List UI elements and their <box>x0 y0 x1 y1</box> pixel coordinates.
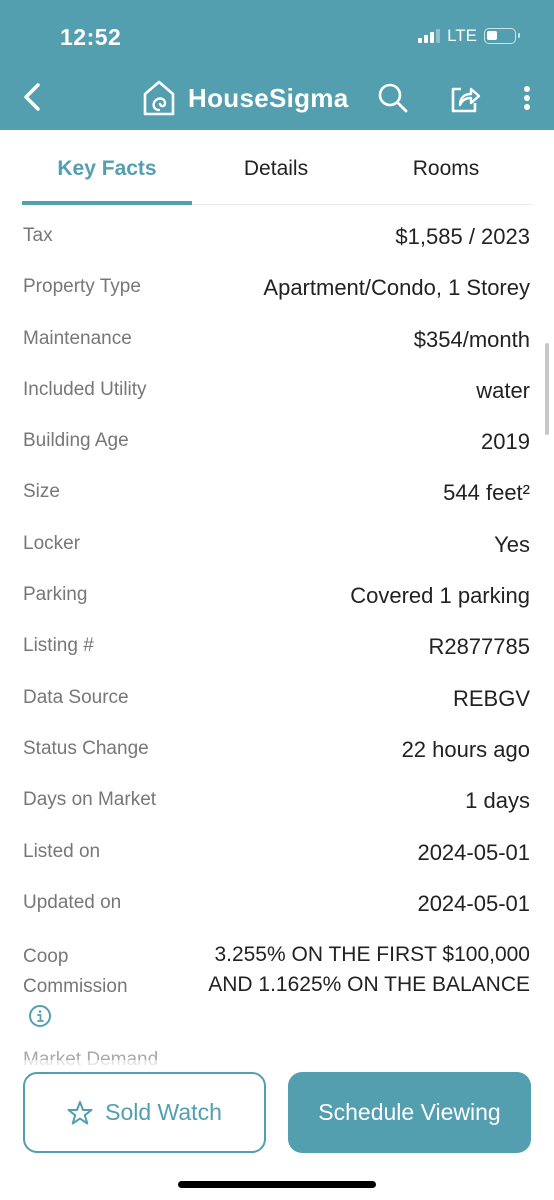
tab-divider <box>192 204 532 205</box>
fact-value: Apartment/Condo, 1 Storey <box>263 275 530 301</box>
brand: HouseSigma <box>142 79 349 117</box>
fact-row-status-change: Status Change 22 hours ago <box>0 726 554 777</box>
brand-name: HouseSigma <box>188 82 349 113</box>
fact-row-listed-on: Listed on 2024-05-01 <box>0 829 554 880</box>
fact-label: Maintenance <box>23 327 132 349</box>
fact-label: Listed on <box>23 840 101 862</box>
fact-label: Building Age <box>23 430 129 452</box>
fact-value: 2024-05-01 <box>417 839 530 865</box>
star-icon <box>67 1100 93 1124</box>
house-logo-icon <box>143 80 175 116</box>
fact-value: 1 days <box>465 788 530 814</box>
tab-key-facts[interactable]: Key Facts <box>22 154 192 184</box>
fact-value: $354/month <box>413 326 530 352</box>
fact-row-included-utility: Included Utility water <box>0 367 554 418</box>
tab-bar: Key Facts Details Rooms <box>0 130 554 207</box>
fact-row-size: Size 544 feet² <box>0 469 554 520</box>
fact-row-parking: Parking Covered 1 parking <box>0 572 554 623</box>
fact-label: Size <box>23 481 60 503</box>
fact-value: 2024-05-01 <box>417 890 530 916</box>
status-indicators: LTE <box>418 26 520 46</box>
fact-row-property-type: Property Type Apartment/Condo, 1 Storey <box>0 264 554 315</box>
active-tab-indicator <box>22 201 192 205</box>
coop-label-line2: Commission <box>23 976 128 997</box>
fact-row-building-age: Building Age 2019 <box>0 418 554 469</box>
fact-value: Yes <box>494 531 530 557</box>
fact-label: Locker <box>23 532 81 554</box>
fact-value: REBGV <box>452 685 530 711</box>
scrollbar[interactable] <box>545 343 549 435</box>
fact-row-tax: Tax $1,585 / 2023 <box>0 213 554 264</box>
coop-value-line2: AND 1.1625% ON THE BALANCE <box>208 973 530 996</box>
fact-value: 3.255% ON THE FIRST $100,000 AND 1.1625%… <box>170 940 530 1000</box>
fact-label: Status Change <box>23 737 149 759</box>
sold-watch-label: Sold Watch <box>105 1099 222 1125</box>
fact-value: 22 hours ago <box>401 736 530 762</box>
app-header: 12:52 LTE HouseSigma <box>0 0 554 130</box>
coop-value-line1: 3.255% ON THE FIRST $100,000 <box>214 943 530 966</box>
fact-label: Property Type <box>23 276 141 298</box>
fact-label: Tax <box>23 225 53 246</box>
key-facts-list: Tax $1,585 / 2023 Property Type Apartment/… <box>0 213 554 931</box>
fact-label: Listing # <box>23 635 94 657</box>
coop-label-line1: Coop <box>23 946 69 967</box>
fact-label: Parking <box>23 584 88 606</box>
fact-value: water <box>476 377 530 403</box>
schedule-viewing-label: Schedule Viewing <box>318 1099 501 1125</box>
fact-row-listing-number: Listing # R2877785 <box>0 623 554 674</box>
schedule-viewing-button[interactable]: Schedule Viewing <box>288 1072 531 1153</box>
fact-label: Coop Commission <box>23 942 163 1002</box>
fact-row-days-on-market: Days on Market 1 days <box>0 777 554 828</box>
fact-label: Included Utility <box>23 378 147 400</box>
search-icon[interactable] <box>376 81 410 115</box>
battery-icon <box>484 28 520 44</box>
fact-value: Covered 1 parking <box>350 583 530 609</box>
fact-value: 544 feet² <box>443 480 530 506</box>
fact-label: Updated on <box>23 891 122 913</box>
action-bar: Sold Watch Schedule Viewing <box>0 1060 554 1200</box>
home-indicator[interactable] <box>178 1181 376 1188</box>
status-bar: 12:52 LTE <box>0 0 554 70</box>
info-icon[interactable] <box>28 1004 52 1028</box>
fact-row-updated-on: Updated on 2024-05-01 <box>0 880 554 931</box>
fact-value: $1,585 / 2023 <box>395 224 530 249</box>
more-options-icon[interactable] <box>516 81 538 115</box>
tab-details[interactable]: Details <box>200 154 352 184</box>
fact-row-maintenance: Maintenance $354/month <box>0 316 554 367</box>
network-type: LTE <box>447 26 477 45</box>
status-time: 12:52 <box>60 24 122 50</box>
fact-value: R2877785 <box>428 634 530 660</box>
fact-label: Days on Market <box>23 789 157 811</box>
fact-row-locker: Locker Yes <box>0 521 554 572</box>
sold-watch-button[interactable]: Sold Watch <box>23 1072 266 1153</box>
fact-row-coop-commission: Coop Commission 3.255% ON THE FIRST $100… <box>0 940 554 1035</box>
share-icon[interactable] <box>448 81 482 115</box>
tab-rooms[interactable]: Rooms <box>360 154 532 184</box>
nav-bar: HouseSigma <box>0 72 554 124</box>
signal-icon <box>418 29 441 43</box>
fact-label: Data Source <box>23 686 129 708</box>
back-icon[interactable] <box>18 80 48 114</box>
fact-value: 2019 <box>481 429 530 455</box>
fact-row-data-source: Data Source REBGV <box>0 675 554 726</box>
